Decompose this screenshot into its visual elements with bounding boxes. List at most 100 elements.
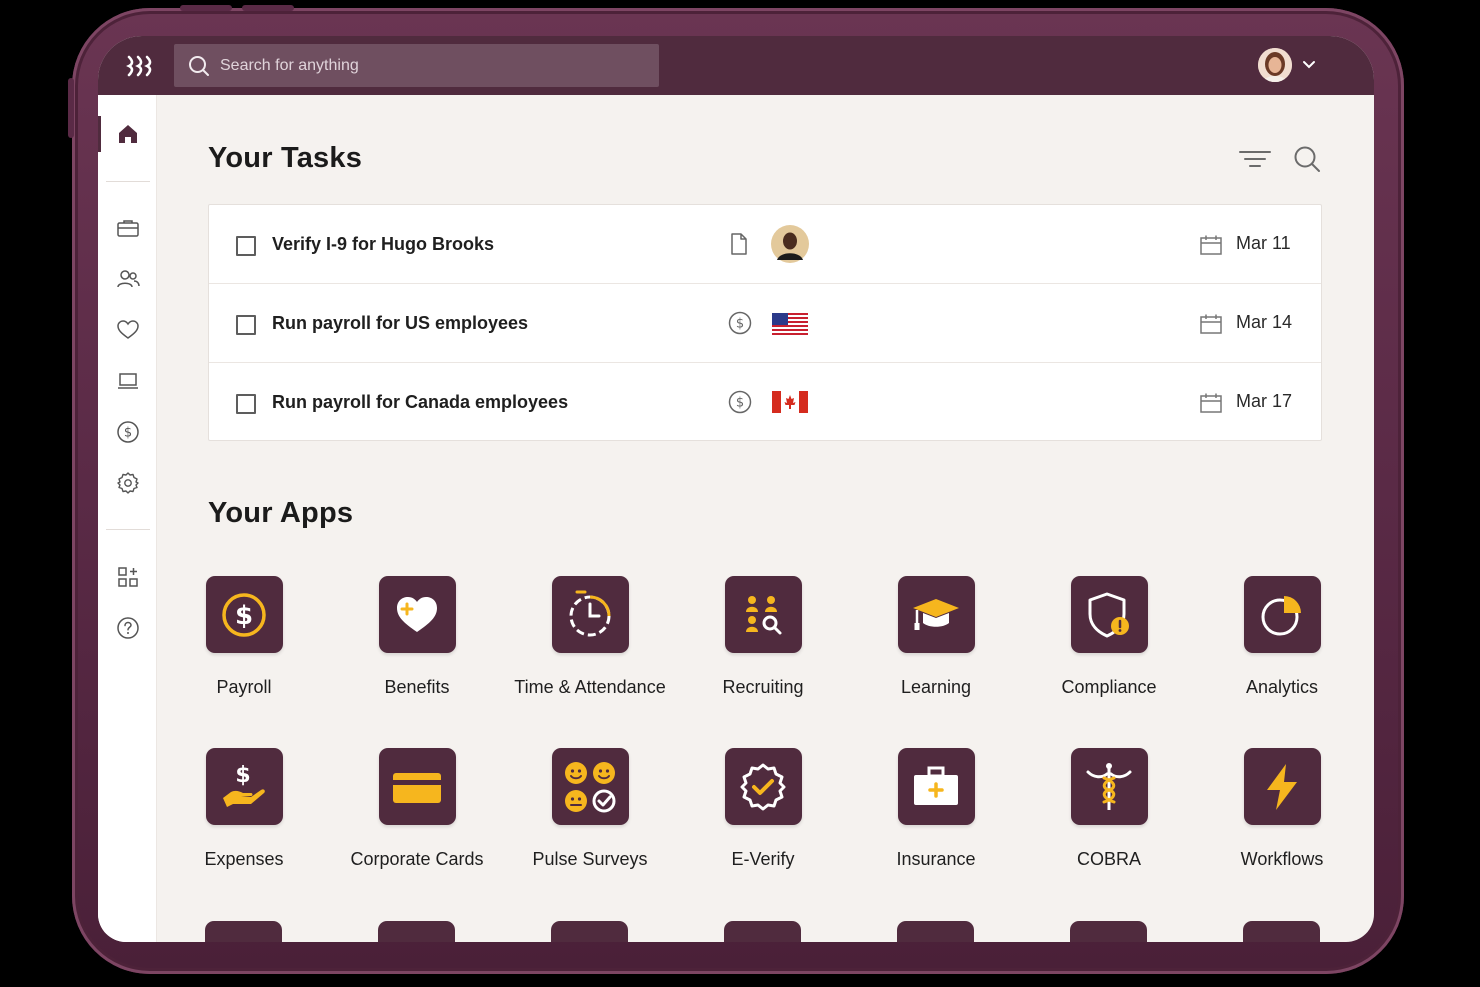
caduceus-icon xyxy=(1086,762,1132,810)
main-content: Your Tasks Verify I-9 for Hugo Brooks Ma… xyxy=(157,95,1374,942)
app-tile-partial[interactable] xyxy=(1243,921,1320,942)
sidebar-item-home[interactable] xyxy=(98,115,157,153)
app-tile-partial[interactable] xyxy=(551,921,628,942)
app-tile-partial[interactable] xyxy=(378,921,455,942)
people-icon xyxy=(116,270,140,288)
task-row[interactable]: Run payroll for Canada employees $ Mar 1… xyxy=(209,363,1321,441)
task-tools xyxy=(1239,145,1321,173)
device-button xyxy=(242,5,294,11)
app-tile[interactable]: $ xyxy=(205,748,283,825)
task-checkbox[interactable] xyxy=(236,236,256,256)
app-tile[interactable] xyxy=(1243,576,1321,653)
recruiting-icon xyxy=(746,595,782,634)
app-compliance[interactable]: Compliance xyxy=(1022,576,1196,698)
app-tile-partial[interactable] xyxy=(1070,921,1147,942)
heart-icon xyxy=(116,320,139,339)
device-button xyxy=(68,78,74,138)
app-tile[interactable] xyxy=(1070,748,1148,825)
app-tile[interactable] xyxy=(1243,748,1321,825)
app-tile-partial[interactable] xyxy=(897,921,974,942)
app-cobra[interactable]: COBRA xyxy=(1022,748,1196,870)
app-tile-partial[interactable] xyxy=(205,921,282,942)
sidebar-item-app-shop[interactable] xyxy=(98,558,157,596)
task-row[interactable]: Run payroll for US employees $ Mar 14 xyxy=(209,284,1321,363)
app-tile-partial[interactable] xyxy=(724,921,801,942)
task-due-date: Mar 11 xyxy=(1236,233,1291,253)
sidebar-item-benefits[interactable] xyxy=(98,311,157,349)
task-label[interactable]: Verify I-9 for Hugo Brooks xyxy=(272,234,494,255)
calendar-icon xyxy=(1200,393,1222,413)
search-icon xyxy=(189,55,209,76)
dollar-circle-icon: $ xyxy=(116,421,139,443)
app-tile[interactable] xyxy=(897,748,975,825)
credit-card-icon xyxy=(393,772,441,803)
sidebar-item-devices[interactable] xyxy=(98,362,157,400)
app-name: Recruiting xyxy=(722,677,804,697)
sidebar-item-apps[interactable] xyxy=(98,209,157,247)
task-row[interactable]: Verify I-9 for Hugo Brooks Mar 11 xyxy=(209,205,1321,284)
app-tile[interactable] xyxy=(1070,576,1148,653)
task-checkbox[interactable] xyxy=(236,394,256,414)
verified-badge-icon xyxy=(740,763,786,810)
app-tile[interactable] xyxy=(724,576,802,653)
svg-text:$: $ xyxy=(123,426,131,441)
sidebar-item-people[interactable] xyxy=(98,260,157,298)
app-tile[interactable] xyxy=(897,576,975,653)
search-icon[interactable] xyxy=(1293,145,1321,173)
app-tile[interactable] xyxy=(378,748,456,825)
user-avatar[interactable] xyxy=(1258,48,1292,82)
app-tile[interactable]: $ xyxy=(205,576,283,653)
search-input[interactable] xyxy=(220,56,620,75)
sidebar-item-help[interactable] xyxy=(98,609,157,647)
sidebar-item-settings[interactable] xyxy=(98,464,157,502)
app-learning[interactable]: Learning xyxy=(849,576,1023,698)
svg-text:$: $ xyxy=(235,601,253,631)
app-workflows[interactable]: Workflows xyxy=(1195,748,1369,870)
app-corporate-cards[interactable]: Corporate Cards xyxy=(330,748,504,870)
app-name: Expenses xyxy=(204,849,284,869)
app-recruiting[interactable]: Recruiting xyxy=(676,576,850,698)
task-due-date: Mar 14 xyxy=(1236,312,1293,332)
filter-icon[interactable] xyxy=(1239,148,1271,170)
app-name: Learning xyxy=(900,677,972,697)
app-name: Time & Attendance xyxy=(514,677,666,697)
task-list: Verify I-9 for Hugo Brooks Mar 11 Run pa… xyxy=(208,204,1322,441)
app-tile[interactable] xyxy=(551,576,629,653)
sidebar-divider xyxy=(106,529,150,530)
user-menu[interactable] xyxy=(1258,48,1316,82)
app-benefits[interactable]: Benefits xyxy=(330,576,504,698)
sidebar-item-finance[interactable]: $ xyxy=(98,413,157,451)
us-flag-icon xyxy=(772,313,808,335)
hand-dollar-icon: $ xyxy=(223,763,265,807)
app-analytics[interactable]: Analytics xyxy=(1195,576,1369,698)
sidebar: $ xyxy=(98,95,157,942)
app-tile[interactable] xyxy=(378,576,456,653)
chevron-down-icon[interactable] xyxy=(1302,60,1316,70)
calendar-icon xyxy=(1200,235,1222,255)
svg-text:$: $ xyxy=(235,763,250,788)
app-insurance[interactable]: Insurance xyxy=(849,748,1023,870)
app-tile[interactable] xyxy=(551,748,629,825)
app-payroll[interactable]: $ Payroll xyxy=(157,576,331,698)
app-pulse-surveys[interactable]: Pulse Surveys xyxy=(503,748,677,870)
app-name: Corporate Cards xyxy=(350,849,484,869)
task-checkbox[interactable] xyxy=(236,315,256,335)
pie-chart-icon xyxy=(1261,595,1301,635)
task-label[interactable]: Run payroll for US employees xyxy=(272,313,528,334)
svg-text:$: $ xyxy=(736,317,744,332)
app-e-verify[interactable]: E-Verify xyxy=(676,748,850,870)
employee-avatar[interactable] xyxy=(771,225,809,263)
lightning-bolt-icon xyxy=(1267,763,1297,810)
task-label[interactable]: Run payroll for Canada employees xyxy=(272,392,568,413)
app-expenses[interactable]: $ Expenses xyxy=(157,748,331,870)
search-bar[interactable] xyxy=(174,44,659,87)
app-name: Benefits xyxy=(384,677,450,697)
graduation-cap-icon xyxy=(913,598,959,630)
document-icon xyxy=(731,233,747,255)
app-time-attendance[interactable]: Time & Attendance xyxy=(503,576,677,698)
app-tile[interactable] xyxy=(724,748,802,825)
rippling-logo[interactable] xyxy=(126,55,156,77)
app-name: COBRA xyxy=(1076,849,1141,869)
medical-kit-icon xyxy=(914,766,958,805)
heart-plus-icon xyxy=(397,596,437,632)
